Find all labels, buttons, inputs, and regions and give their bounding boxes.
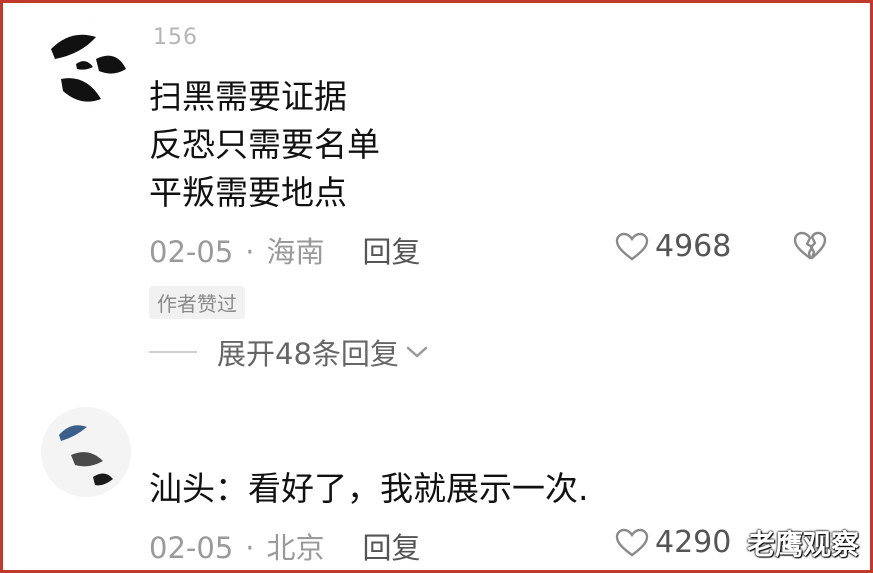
comment-date: 02-05 [149, 531, 234, 565]
comment-line: 汕头：看好了，我就展示一次. [149, 469, 589, 508]
meta-separator: · [245, 531, 255, 565]
comment-line: 反恐只需要名单 [149, 125, 380, 164]
comment-location: 海南 [266, 235, 325, 269]
avatar[interactable] [41, 19, 133, 111]
comment-text: 汕头：看好了，我就展示一次. [149, 465, 589, 513]
comment-username[interactable]: 156 [153, 25, 198, 50]
like-button[interactable]: 4290 [615, 525, 731, 560]
like-count: 4968 [655, 229, 732, 264]
avatar[interactable] [41, 407, 131, 497]
reply-button[interactable]: 回复 [363, 531, 421, 565]
author-liked-badge: 作者赞过 [149, 286, 245, 319]
like-count: 4290 [655, 525, 732, 560]
watermark: 老鹰观察 [747, 528, 860, 561]
broken-heart-icon [793, 231, 827, 260]
like-button[interactable]: 4968 [615, 229, 731, 264]
meta-separator: · [245, 235, 255, 269]
reply-button[interactable]: 回复 [363, 235, 421, 269]
comment-line: 平叛需要地点 [149, 173, 347, 212]
comment-meta: 02-05 · 北京 回复 [149, 525, 421, 567]
expand-replies-button[interactable]: 展开48条回复 [149, 331, 429, 373]
chevron-down-icon [406, 346, 428, 358]
comment-location: 北京 [266, 531, 325, 565]
expand-replies-label: 展开48条回复 [217, 337, 399, 371]
dislike-button[interactable] [793, 231, 827, 265]
comment-meta: 02-05 · 海南 回复 [149, 229, 421, 271]
divider [149, 351, 197, 353]
comment-date: 02-05 [149, 235, 234, 269]
heart-outline-icon [615, 528, 649, 556]
heart-outline-icon [615, 232, 649, 260]
comment-text: 扫黑需要证据 反恐只需要名单 平叛需要地点 [149, 73, 380, 217]
screenshot-frame: 156 扫黑需要证据 反恐只需要名单 平叛需要地点 02-05 · 海南 回复 496… [0, 0, 873, 573]
comment-line: 扫黑需要证据 [149, 77, 347, 116]
